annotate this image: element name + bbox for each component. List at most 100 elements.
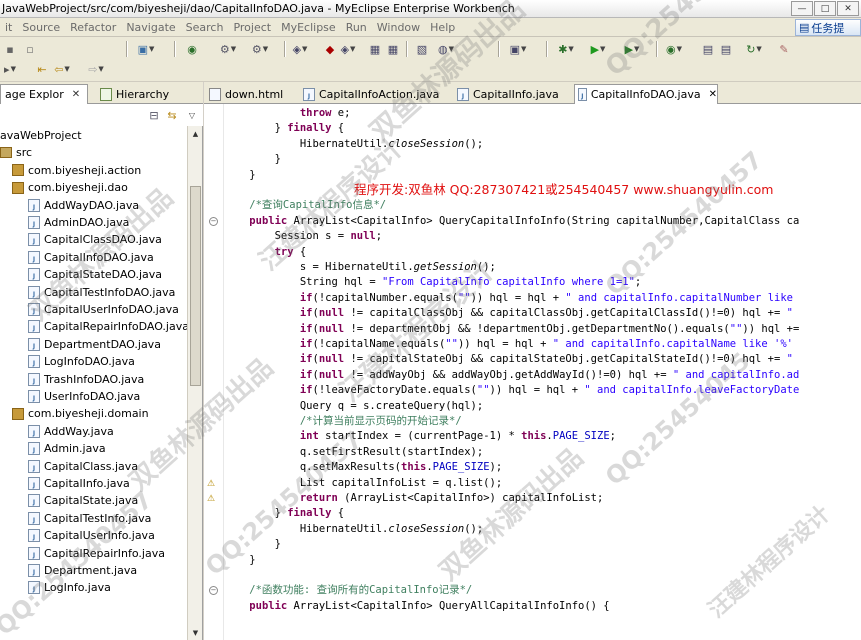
tree-item[interactable]: J CapitalUserInfoDAO.java bbox=[28, 301, 179, 318]
tree-item[interactable]: src bbox=[0, 144, 32, 161]
menu-edit[interactable]: it bbox=[0, 21, 17, 34]
last-edit-icon[interactable]: ⇤ bbox=[34, 61, 50, 77]
left-tab-bar: age Explor ✕ Hierarchy bbox=[0, 82, 203, 104]
deploy-icon[interactable]: ⚙ ▼ bbox=[220, 41, 236, 57]
tree-item[interactable]: avaWebProject bbox=[0, 127, 82, 144]
tree-item[interactable]: J AddWayDAO.java bbox=[28, 197, 139, 214]
tree-scrollbar[interactable]: ▲ ▼ bbox=[187, 126, 202, 640]
tree-item[interactable]: J LogInfo.java bbox=[28, 579, 111, 596]
menu-refactor[interactable]: Refactor bbox=[65, 21, 121, 34]
java-file-icon: J bbox=[28, 564, 40, 577]
tree-item[interactable]: com.biyesheji.dao bbox=[12, 179, 128, 196]
tree-item[interactable]: J CapitalClassDAO.java bbox=[28, 231, 162, 248]
scroll-thumb[interactable] bbox=[190, 186, 201, 386]
close-icon[interactable]: ✕ bbox=[72, 89, 80, 100]
tree-item[interactable]: J CapitalInfoDAO.java bbox=[28, 249, 154, 266]
tree-item-label: com.biyesheji.action bbox=[28, 163, 142, 177]
tree-item[interactable]: J CapitalTestInfo.java bbox=[28, 510, 151, 527]
new-interface-icon[interactable]: ◈ ▼ bbox=[340, 41, 356, 57]
menu-source[interactable]: Source bbox=[17, 21, 65, 34]
tree-item[interactable]: J LogInfoDAO.java bbox=[28, 353, 135, 370]
pin-icon[interactable]: ▸ ▼ bbox=[2, 61, 18, 77]
tree-item[interactable]: J CapitalClass.java bbox=[28, 458, 138, 475]
new-html-icon[interactable]: ▦ bbox=[367, 41, 383, 57]
menu-navigate[interactable]: Navigate bbox=[121, 21, 180, 34]
tree-item[interactable]: J DepartmentDAO.java bbox=[28, 336, 161, 353]
close-icon[interactable]: ✕ bbox=[709, 89, 717, 100]
new-jsp-icon[interactable]: ▦ bbox=[385, 41, 401, 57]
tree-item[interactable]: com.biyesheji.domain bbox=[12, 405, 149, 422]
tab-capitalinfodao[interactable]: J CapitalInfoDAO.java ✕ bbox=[574, 84, 718, 104]
tree-item[interactable]: J TrashInfoDAO.java bbox=[28, 371, 144, 388]
debug-icon[interactable]: ✱ ▼ bbox=[558, 41, 574, 57]
tree-item[interactable]: J AddWay.java bbox=[28, 423, 114, 440]
print-icon[interactable]: ▫ bbox=[22, 41, 38, 57]
tab-hierarchy[interactable]: Hierarchy bbox=[96, 84, 173, 104]
menu-help[interactable]: Help bbox=[425, 21, 460, 34]
tab-capitalinfo[interactable]: J CapitalInfo.java bbox=[454, 84, 570, 104]
tab-down-html[interactable]: down.html bbox=[206, 84, 306, 104]
tree-item[interactable]: J CapitalUserInfo.java bbox=[28, 527, 155, 544]
new-file-icon[interactable]: ▤ bbox=[700, 41, 716, 57]
menu-project[interactable]: Project bbox=[228, 21, 276, 34]
collapse-all-icon[interactable]: ⊟ bbox=[146, 107, 162, 123]
tree-item-label: CapitalRepairInfoDAO.java bbox=[44, 320, 188, 334]
code-line: s = HibernateUtil.getSession(); bbox=[224, 261, 496, 273]
scroll-down-icon[interactable]: ▼ bbox=[189, 626, 202, 639]
link-editor-icon[interactable]: ⇆ bbox=[164, 107, 180, 123]
new-project-icon[interactable]: ◉ ▼ bbox=[666, 41, 682, 57]
tree-item[interactable]: J CapitalState.java bbox=[28, 492, 138, 509]
tab-capitalinfoaction[interactable]: J CapitalInfoAction.java bbox=[300, 84, 450, 104]
refresh-icon[interactable]: ↻ ▼ bbox=[746, 41, 762, 57]
menu-run[interactable]: Run bbox=[341, 21, 372, 34]
web-browser-icon[interactable]: ◉ bbox=[184, 41, 200, 57]
tree-item[interactable]: J Admin.java bbox=[28, 440, 106, 457]
tree-item[interactable]: J CapitalRepairInfo.java bbox=[28, 545, 165, 562]
maximize-button[interactable]: □ bbox=[814, 1, 836, 16]
menu-myeclipse[interactable]: MyEclipse bbox=[276, 21, 341, 34]
tree-item[interactable]: J Department.java bbox=[28, 562, 137, 579]
open-type-icon[interactable]: ▧ bbox=[414, 41, 430, 57]
tree-item[interactable]: J CapitalRepairInfoDAO.java bbox=[28, 318, 188, 335]
new-wizard-icon[interactable]: ▣ ▼ bbox=[138, 41, 155, 57]
fold-icon[interactable]: − bbox=[209, 586, 218, 596]
tree-item[interactable]: J CapitalInfo.java bbox=[28, 475, 130, 492]
tab-package-explorer[interactable]: age Explor ✕ bbox=[0, 84, 88, 104]
code-area[interactable]: 程序开发:双鱼林 QQ:287307421或254540457 www.shua… bbox=[224, 104, 861, 640]
new-package-icon[interactable]: ◆ bbox=[322, 41, 338, 57]
server-icon[interactable]: ⚙ ▼ bbox=[252, 41, 268, 57]
tree-item-label: AdminDAO.java bbox=[44, 216, 130, 229]
new-class-icon[interactable]: ◈ ▼ bbox=[292, 41, 308, 57]
open-resource-icon[interactable]: ◍ ▼ bbox=[438, 41, 454, 57]
tree-item[interactable]: J CapitalStateDAO.java bbox=[28, 266, 162, 283]
external-tools-icon[interactable]: ▶ ▼ bbox=[624, 41, 640, 57]
java-file-icon: J bbox=[28, 477, 40, 490]
perspective-icon[interactable]: ▣ ▼ bbox=[510, 41, 527, 57]
tree-item[interactable]: J UserInfoDAO.java bbox=[28, 388, 140, 405]
minimize-button[interactable]: — bbox=[791, 1, 813, 16]
menu-search[interactable]: Search bbox=[181, 21, 229, 34]
tree-item[interactable]: J AdminDAO.java bbox=[28, 214, 129, 231]
java-file-icon: J bbox=[28, 424, 40, 438]
menu-window[interactable]: Window bbox=[372, 21, 425, 34]
back-icon[interactable]: ⇦ ▼ bbox=[54, 61, 70, 77]
package-icon bbox=[12, 407, 24, 420]
new-folder-icon[interactable]: ▤ bbox=[718, 41, 734, 57]
task-button[interactable]: ▤ 任务提 bbox=[795, 19, 861, 36]
java-file-icon: J bbox=[28, 233, 40, 247]
search-icon[interactable]: ✎ bbox=[776, 41, 792, 57]
menu-bar: it Source Refactor Navigate Search Proje… bbox=[0, 18, 861, 37]
run-icon[interactable]: ▶ ▼ bbox=[590, 41, 606, 57]
fold-icon[interactable]: − bbox=[209, 216, 218, 226]
java-file-icon: J bbox=[28, 285, 40, 299]
tree-item[interactable]: com.biyesheji.action bbox=[12, 162, 141, 179]
save-all-icon[interactable]: ▪ bbox=[2, 41, 18, 57]
view-menu-icon[interactable]: ▽ bbox=[184, 107, 200, 123]
close-button[interactable]: ✕ bbox=[837, 1, 859, 16]
code-line: int startIndex = (currentPage-1) * this.… bbox=[299, 430, 616, 443]
tree-item[interactable]: J CapitalTestInfoDAO.java bbox=[28, 284, 175, 301]
scroll-up-icon[interactable]: ▲ bbox=[189, 127, 202, 140]
forward-icon[interactable]: ⇨ ▼ bbox=[88, 61, 104, 77]
code-line: /*查询CapitalInfo信息*/ bbox=[224, 199, 387, 212]
tree-item-label: LogInfoDAO.java bbox=[44, 355, 135, 369]
